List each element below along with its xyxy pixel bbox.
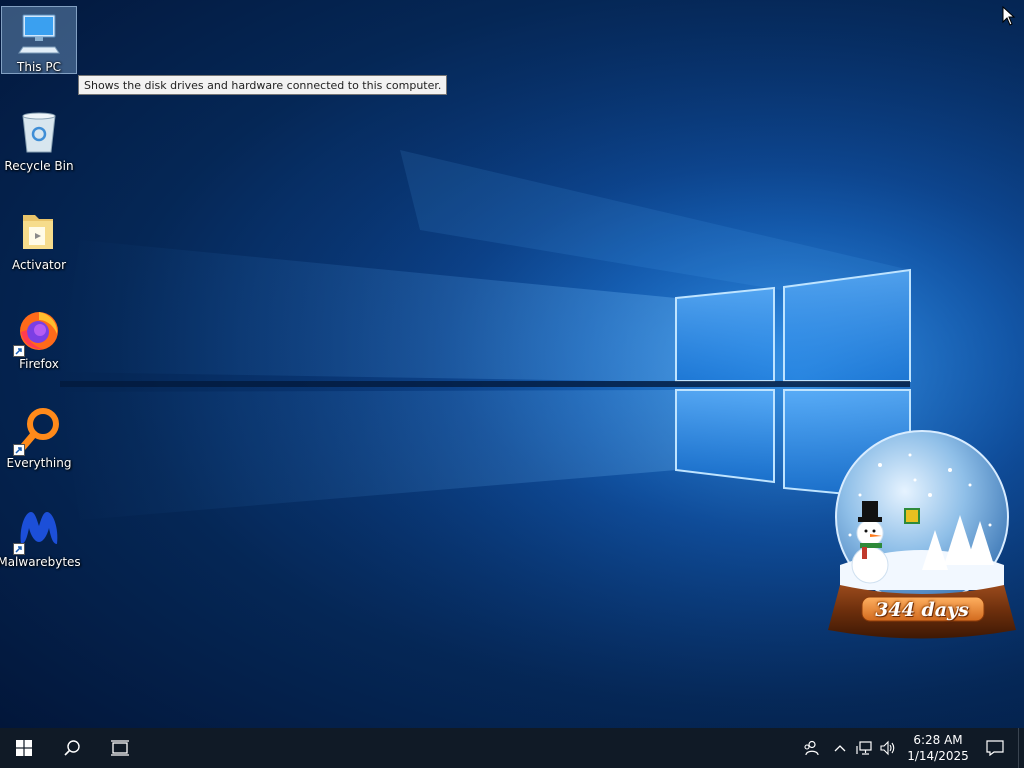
task-view-icon bbox=[111, 740, 129, 756]
show-desktop-button[interactable] bbox=[1018, 728, 1024, 768]
mouse-cursor-icon bbox=[1002, 5, 1016, 30]
desktop-icon-label: Recycle Bin bbox=[4, 159, 74, 173]
windows-logo-icon bbox=[16, 740, 32, 756]
clock-time: 6:28 AM bbox=[913, 733, 963, 747]
desktop-icon-label: Activator bbox=[11, 258, 67, 272]
desktop-icon-label: Everything bbox=[6, 456, 72, 470]
desktop-icon-label: This PC bbox=[17, 60, 61, 74]
firefox-icon bbox=[13, 306, 63, 357]
action-center-icon bbox=[986, 740, 1004, 756]
task-view-button[interactable] bbox=[96, 728, 144, 768]
search-button[interactable] bbox=[48, 728, 96, 768]
shortcut-arrow-icon bbox=[13, 543, 25, 555]
folder-icon bbox=[15, 207, 63, 255]
volume-icon bbox=[880, 740, 895, 756]
shortcut-arrow-icon bbox=[13, 345, 25, 357]
start-button[interactable] bbox=[0, 728, 48, 768]
desktop-icon-label: Malwarebytes bbox=[0, 555, 81, 569]
tooltip: Shows the disk drives and hardware conne… bbox=[78, 75, 448, 95]
desktop-icon-this-pc[interactable]: This PC bbox=[1, 6, 77, 74]
clock-date: 1/14/2025 bbox=[907, 749, 969, 763]
people-icon bbox=[804, 740, 819, 756]
everything-search-icon bbox=[13, 405, 63, 456]
this-pc-icon bbox=[15, 9, 63, 57]
desktop-icon-malwarebytes[interactable]: Malwarebytes bbox=[0, 501, 81, 569]
system-tray: 6:28 AM 1/14/2025 bbox=[794, 728, 1024, 768]
people-button[interactable] bbox=[794, 728, 828, 768]
desktop-icon-everything[interactable]: Everything bbox=[1, 402, 77, 470]
desktop-icon-recycle-bin[interactable]: Recycle Bin bbox=[1, 105, 77, 173]
recycle-bin-icon bbox=[15, 108, 63, 156]
volume-button[interactable] bbox=[876, 728, 900, 768]
desktop-icon-activator[interactable]: Activator bbox=[1, 204, 77, 272]
taskbar: 6:28 AM 1/14/2025 bbox=[0, 728, 1024, 768]
network-button[interactable] bbox=[852, 728, 876, 768]
desktop-icon-firefox[interactable]: Firefox bbox=[1, 303, 77, 371]
chevron-up-icon bbox=[834, 745, 846, 752]
shortcut-arrow-icon bbox=[13, 444, 25, 456]
desktop-icon-label: Firefox bbox=[19, 357, 59, 371]
malwarebytes-icon bbox=[13, 504, 63, 555]
days-countdown-label: 344 days bbox=[875, 599, 969, 621]
network-icon bbox=[856, 741, 872, 755]
show-hidden-icons-button[interactable] bbox=[828, 728, 852, 768]
clock[interactable]: 6:28 AM 1/14/2025 bbox=[900, 732, 976, 764]
snow-globe-countdown-widget[interactable]: 344 days bbox=[820, 425, 1024, 645]
search-icon bbox=[64, 740, 80, 756]
action-center-button[interactable] bbox=[976, 728, 1014, 768]
